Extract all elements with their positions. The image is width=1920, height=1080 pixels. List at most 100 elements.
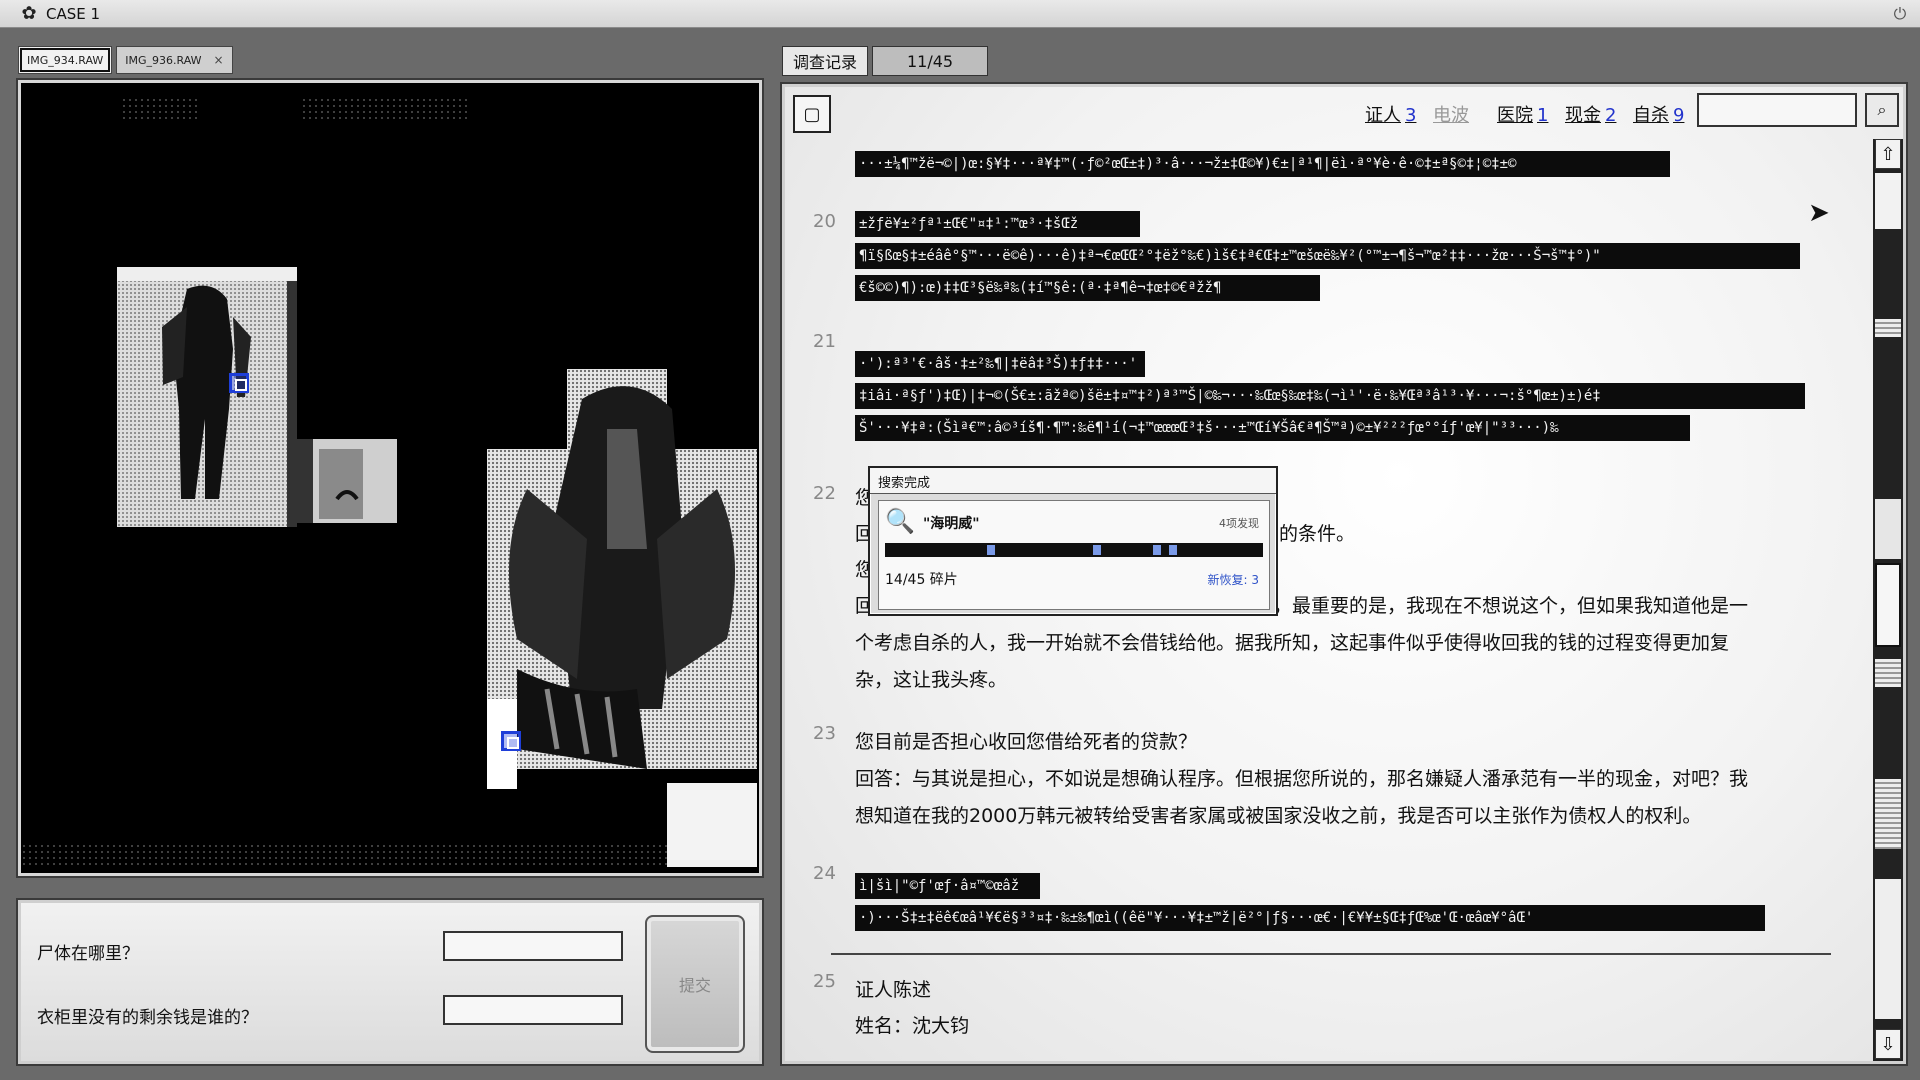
redacted-line: ¶ï§ßœ§‡±éâê°§™···ë©ê)···ê)‡ª¬€œŒŒ²°‡ëž°‰… bbox=[855, 243, 1800, 269]
tab-label: IMG_934.RAW bbox=[27, 53, 104, 67]
search-query: "海明威" bbox=[923, 516, 980, 532]
redacted-line: ·'):ª³'€·âš·‡±²‰¶|‡ëâ‡³Š)‡ƒ‡‡···' bbox=[855, 351, 1145, 377]
redacted-line: Š'···¥‡ª:(Šìª€™:â©³íš¶·¶™:‰ë¶¹í(¬‡™œœœŒ³… bbox=[855, 415, 1690, 441]
man-at-wardrobe-image bbox=[117, 267, 297, 527]
door-image bbox=[297, 439, 397, 523]
fragment-count: 14/45 碎片 bbox=[885, 572, 958, 588]
mouse-cursor-icon: ➤ bbox=[1808, 198, 1830, 228]
window-title: CASE 1 bbox=[46, 4, 101, 23]
evidence-marker[interactable] bbox=[229, 373, 249, 393]
log-tabs: 调查记录 11/45 bbox=[782, 46, 989, 76]
entry-number: 24 bbox=[813, 863, 836, 884]
search-input[interactable] bbox=[1697, 93, 1857, 127]
redacted-line: ì|šì|"©ƒ'œƒ·â¤™©œâž bbox=[855, 873, 1040, 899]
photo-fragment-blank[interactable] bbox=[667, 783, 757, 867]
power-icon[interactable]: ⏻ bbox=[1890, 4, 1910, 24]
document-scrollbar[interactable]: ⇧ ⇩ bbox=[1873, 139, 1903, 1061]
filter-suicide[interactable]: 自杀 9 bbox=[1633, 101, 1684, 127]
photo-fragment-chair[interactable] bbox=[487, 369, 757, 789]
redacted-line: ·)···Š‡±‡ëê€œâ¹¥€ë§³³¤‡·‰±‰¶œì((êë"¥···¥… bbox=[855, 905, 1765, 931]
question-label: 衣柜里没有的剩余钱是谁的？ bbox=[37, 1008, 258, 1028]
progress-tick bbox=[987, 545, 995, 555]
scroll-track bbox=[1875, 499, 1901, 559]
found-count: 4项发现 bbox=[1219, 517, 1259, 530]
search-result-popup[interactable]: 搜索完成 🔍 "海明威" 4项发现 14/45 碎片 新恢复: 3 bbox=[868, 466, 1278, 616]
filter-count: 3 bbox=[1405, 105, 1417, 126]
filter-count: 9 bbox=[1673, 105, 1685, 126]
record-count: 11/45 bbox=[872, 46, 989, 76]
search-stamp-icon: 🔍 bbox=[885, 507, 915, 535]
scroll-track bbox=[1875, 879, 1901, 1019]
question-text: 您目前是否担心收回您借给死者的贷款？ bbox=[855, 731, 1198, 753]
answer-input-body-location[interactable] bbox=[443, 931, 623, 961]
scroll-track bbox=[1875, 173, 1901, 229]
scroll-up-icon[interactable]: ⇧ bbox=[1875, 139, 1901, 169]
entry-number: 21 bbox=[813, 331, 836, 352]
question-row: 衣柜里没有的剩余钱是谁的？ bbox=[37, 1003, 258, 1028]
flower-icon: ✿ bbox=[21, 3, 37, 24]
redacted-line: ±žƒë¥±²ƒª¹±Œ€"¤‡¹:™œ³·‡šŒž bbox=[855, 211, 1140, 237]
noise-pattern bbox=[301, 97, 471, 119]
entry-number: 23 bbox=[813, 723, 836, 744]
question-label: 尸体在哪里？ bbox=[37, 944, 139, 964]
photo-fragment-door[interactable] bbox=[297, 439, 397, 523]
entry-divider bbox=[831, 953, 1831, 955]
window-titlebar: ✿ CASE 1 ⏻ bbox=[0, 0, 1920, 28]
popup-title: 搜索完成 bbox=[870, 468, 1276, 494]
answer-text: 想知道在我的2000万韩元被转给受害者家属或被国家没收之前，我是否可以主张作为债… bbox=[855, 805, 1702, 827]
scroll-track bbox=[1875, 659, 1901, 687]
progress-tick bbox=[1153, 545, 1161, 555]
redacted-line: ‡iâi·ª§ƒ')‡Œ)|‡¬©(Š€±:ãžª©)šë±‡¤™‡²)ª³™Š… bbox=[855, 383, 1805, 409]
close-icon[interactable]: × bbox=[214, 53, 224, 67]
scroll-thumb[interactable] bbox=[1875, 563, 1901, 647]
filter-count: 2 bbox=[1605, 105, 1617, 126]
tab-img-934[interactable]: IMG_934.RAW bbox=[18, 46, 113, 74]
filter-label: 电波 bbox=[1433, 105, 1469, 126]
tab-label: IMG_936.RAW bbox=[125, 53, 202, 67]
photo-fragment-man[interactable] bbox=[117, 267, 297, 527]
answer-input-money-owner[interactable] bbox=[443, 995, 623, 1025]
section-heading: 证人陈述 bbox=[855, 979, 932, 1001]
note-icon[interactable]: ▢ bbox=[793, 95, 831, 133]
entry-number: 20 bbox=[813, 211, 836, 232]
document-toolbar: ▢ 证人 3 电波 医院 1 现金 2 自杀 9 ⌕ bbox=[785, 87, 1903, 139]
question-panel: 尸体在哪里？ 衣柜里没有的剩余钱是谁的？ 提交 bbox=[16, 898, 764, 1066]
filter-label: 证人 bbox=[1365, 105, 1401, 126]
search-icon[interactable]: ⌕ bbox=[1865, 93, 1899, 127]
filter-label: 医院 bbox=[1497, 105, 1533, 126]
scroll-track bbox=[1875, 319, 1901, 337]
photo-viewer[interactable] bbox=[16, 78, 764, 878]
redacted-line: €š©©)¶):œ)‡‡Œ³§ë‰ª‰(‡í™§ê:(ª·‡ª¶ê¬‡œ‡©€ª… bbox=[855, 275, 1320, 301]
popup-body: 🔍 "海明威" 4项发现 14/45 碎片 新恢复: 3 bbox=[878, 500, 1270, 610]
entry-number: 22 bbox=[813, 483, 836, 504]
entry-number: 25 bbox=[813, 971, 836, 992]
submit-button[interactable]: 提交 bbox=[645, 915, 745, 1053]
noise-pattern bbox=[21, 843, 759, 867]
photo-tabs: IMG_934.RAW IMG_936.RAW × bbox=[18, 46, 233, 74]
scroll-down-icon[interactable]: ⇩ bbox=[1875, 1029, 1901, 1059]
witness-name: 姓名：沈大钧 bbox=[855, 1015, 970, 1037]
scroll-track bbox=[1875, 779, 1901, 849]
tab-img-936[interactable]: IMG_936.RAW × bbox=[116, 46, 233, 74]
redacted-line: ···±¼¶™žë¬©|)œ:§¥‡···ª¥‡™(·ƒ©²œŒ±‡)³·â··… bbox=[855, 151, 1670, 177]
answer-text: 杂，这让我头疼。 bbox=[855, 669, 1008, 691]
noise-pattern bbox=[121, 97, 201, 119]
filter-count: 1 bbox=[1537, 105, 1549, 126]
progress-bar bbox=[885, 543, 1263, 557]
answer-text: 回答：与其说是担心，不如说是想确认程序。但根据您所说的，那名嫌疑人潘承范有一半的… bbox=[855, 768, 1749, 790]
tab-investigation-log[interactable]: 调查记录 bbox=[782, 46, 869, 76]
progress-tick bbox=[1093, 545, 1101, 555]
filter-label: 现金 bbox=[1565, 105, 1601, 126]
filter-radio[interactable]: 电波 bbox=[1433, 101, 1469, 127]
filter-cash[interactable]: 现金 2 bbox=[1565, 101, 1616, 127]
massage-chair-image bbox=[487, 369, 757, 789]
new-recovered: 新恢复: 3 bbox=[1207, 573, 1260, 587]
evidence-marker[interactable] bbox=[501, 731, 521, 751]
filter-witness[interactable]: 证人 3 bbox=[1365, 101, 1416, 127]
filter-hospital[interactable]: 医院 1 bbox=[1497, 101, 1548, 127]
answer-text: 个考虑自杀的人，我一开始就不会借钱给他。据我所知，这起事件似乎使得收回我的钱的过… bbox=[855, 632, 1730, 654]
filter-label: 自杀 bbox=[1633, 105, 1669, 126]
question-row: 尸体在哪里？ bbox=[37, 939, 139, 964]
photo-panel: IMG_934.RAW IMG_936.RAW × 尸体在哪里？ 衣柜里没有的剩… bbox=[14, 42, 764, 1066]
progress-tick bbox=[1169, 545, 1177, 555]
